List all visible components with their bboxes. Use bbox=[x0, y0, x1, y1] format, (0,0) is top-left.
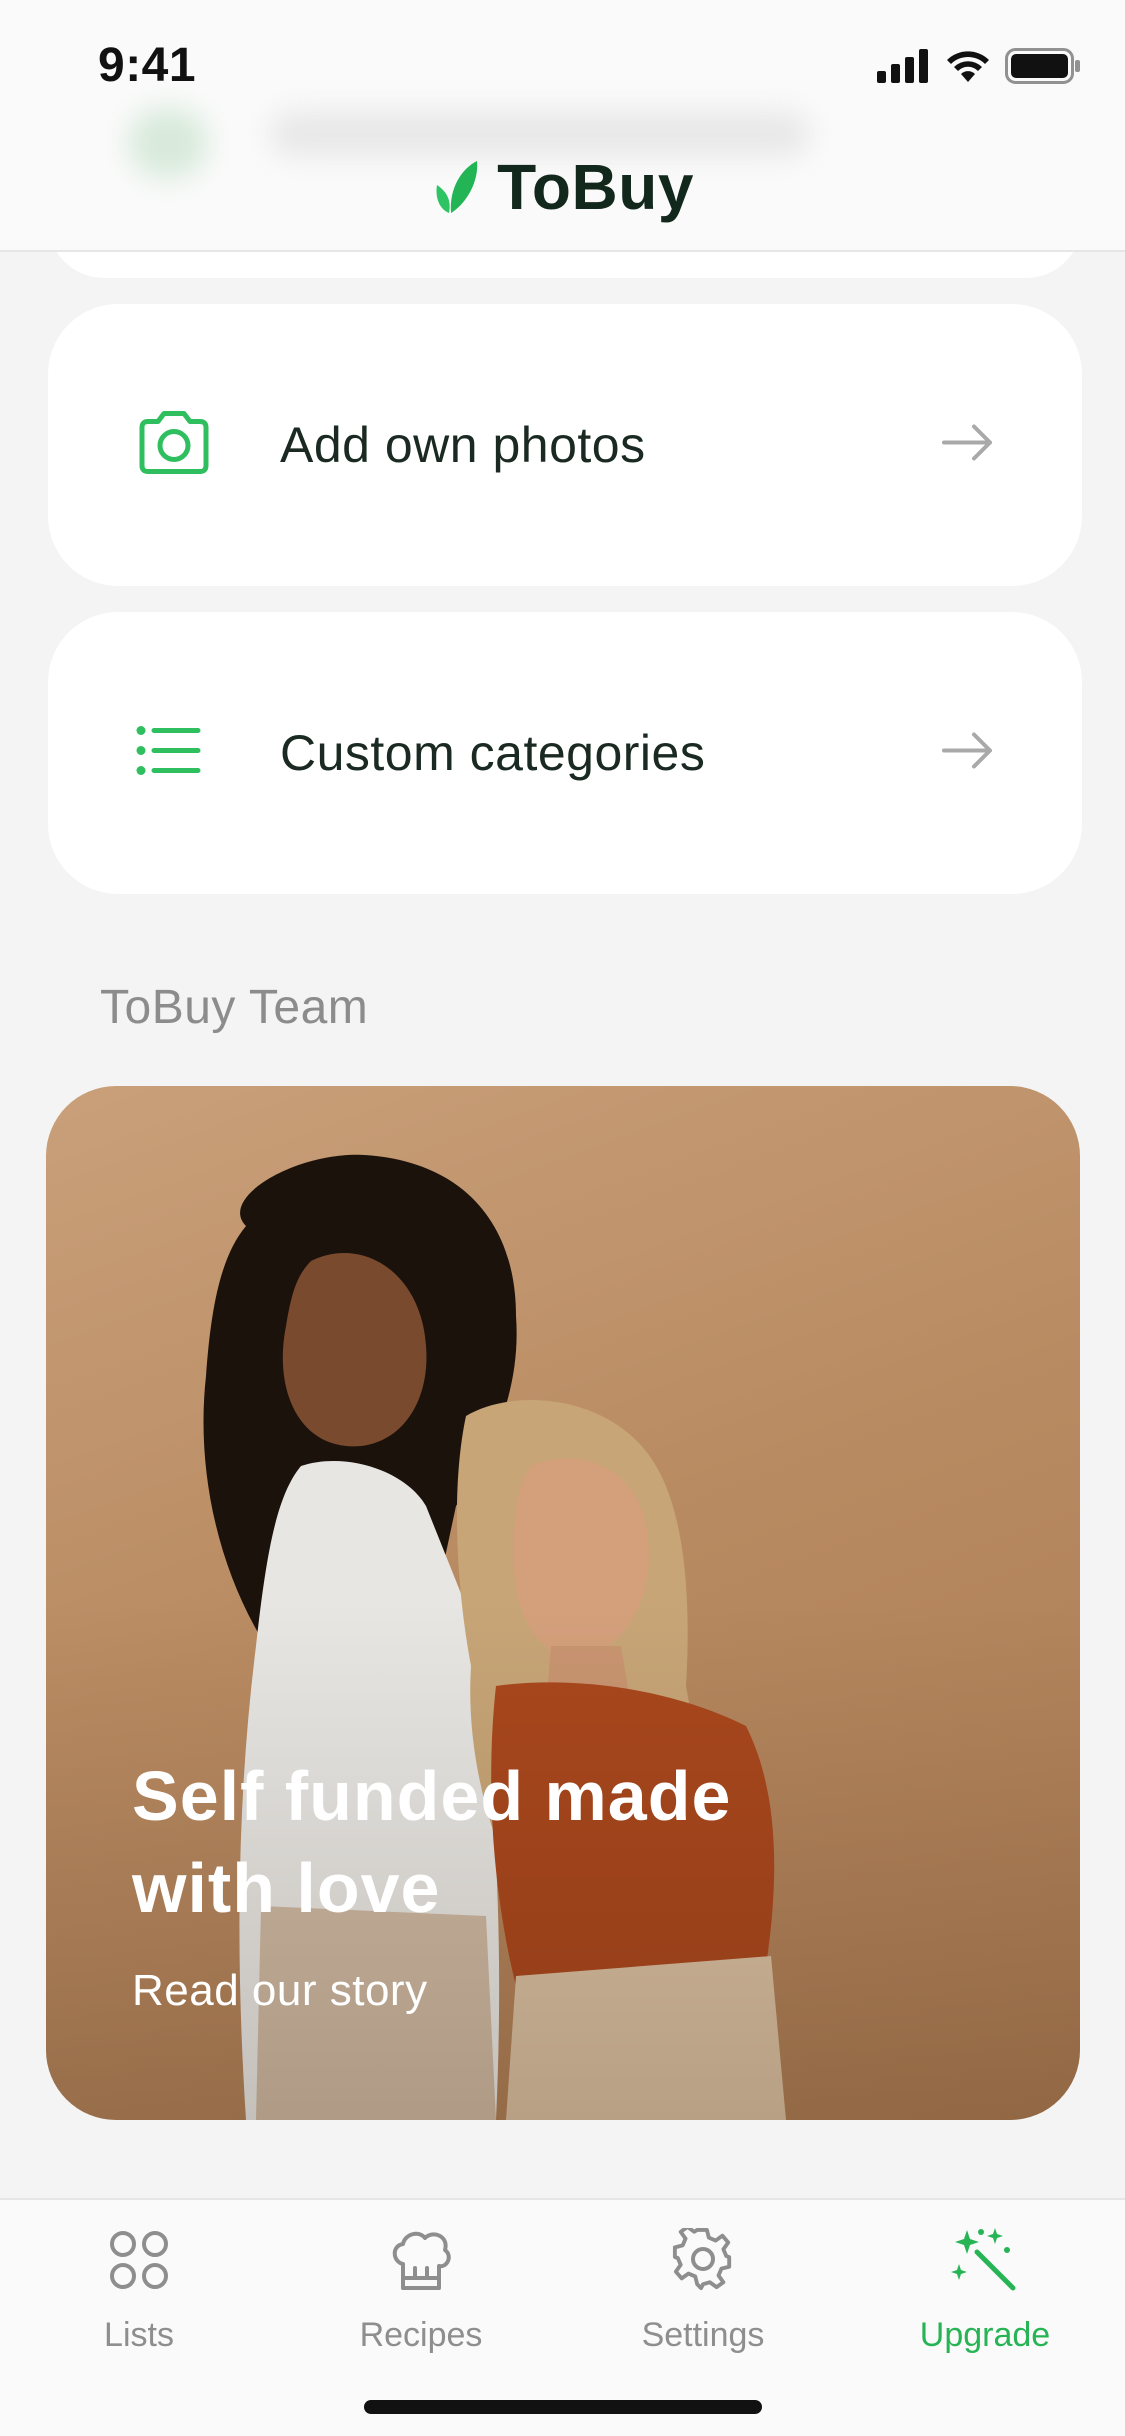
magic-wand-icon bbox=[865, 2220, 1105, 2300]
home-indicator bbox=[364, 2400, 762, 2414]
tab-label: Settings bbox=[641, 2316, 765, 2354]
screen: 9:41 ToBuy Add own photos Custom categor… bbox=[0, 0, 1125, 2436]
story-card[interactable]: Self funded made with love Read our stor… bbox=[46, 1086, 1080, 2120]
tab-label: Lists bbox=[104, 2316, 174, 2354]
status-time: 9:41 bbox=[98, 39, 197, 92]
story-title: Self funded made with love bbox=[132, 1757, 732, 1927]
list-icon bbox=[136, 725, 202, 782]
section-title: ToBuy Team bbox=[100, 981, 369, 1034]
tab-settings[interactable]: Settings bbox=[583, 2220, 823, 2355]
wifi-icon bbox=[947, 51, 989, 82]
chef-hat-icon bbox=[301, 2220, 541, 2300]
feature-label: Custom categories bbox=[280, 725, 706, 781]
grid-circles-icon bbox=[19, 2220, 259, 2300]
leaf-logo-icon bbox=[436, 161, 478, 213]
read-story-link[interactable]: Read our story bbox=[132, 1966, 428, 2016]
status-icons bbox=[877, 48, 1081, 84]
tab-label: Upgrade bbox=[919, 2316, 1051, 2354]
custom-categories-card[interactable]: Custom categories bbox=[48, 612, 1082, 894]
cellular-signal-icon bbox=[877, 49, 928, 83]
add-own-photos-card[interactable]: Add own photos bbox=[48, 304, 1082, 586]
tab-label: Recipes bbox=[359, 2316, 483, 2354]
arrow-right-icon bbox=[940, 423, 996, 468]
camera-icon bbox=[136, 410, 212, 481]
brand-name: ToBuy bbox=[497, 151, 694, 223]
arrow-right-icon bbox=[940, 731, 996, 776]
feature-label: Add own photos bbox=[280, 417, 646, 473]
tab-recipes[interactable]: Recipes bbox=[301, 2220, 541, 2355]
gear-icon bbox=[583, 2220, 823, 2300]
header: 9:41 ToBuy bbox=[0, 0, 1125, 252]
tab-lists[interactable]: Lists bbox=[19, 2220, 259, 2355]
tab-upgrade[interactable]: Upgrade bbox=[865, 2220, 1105, 2355]
brand: ToBuy bbox=[0, 150, 1125, 224]
battery-icon bbox=[1005, 48, 1080, 84]
